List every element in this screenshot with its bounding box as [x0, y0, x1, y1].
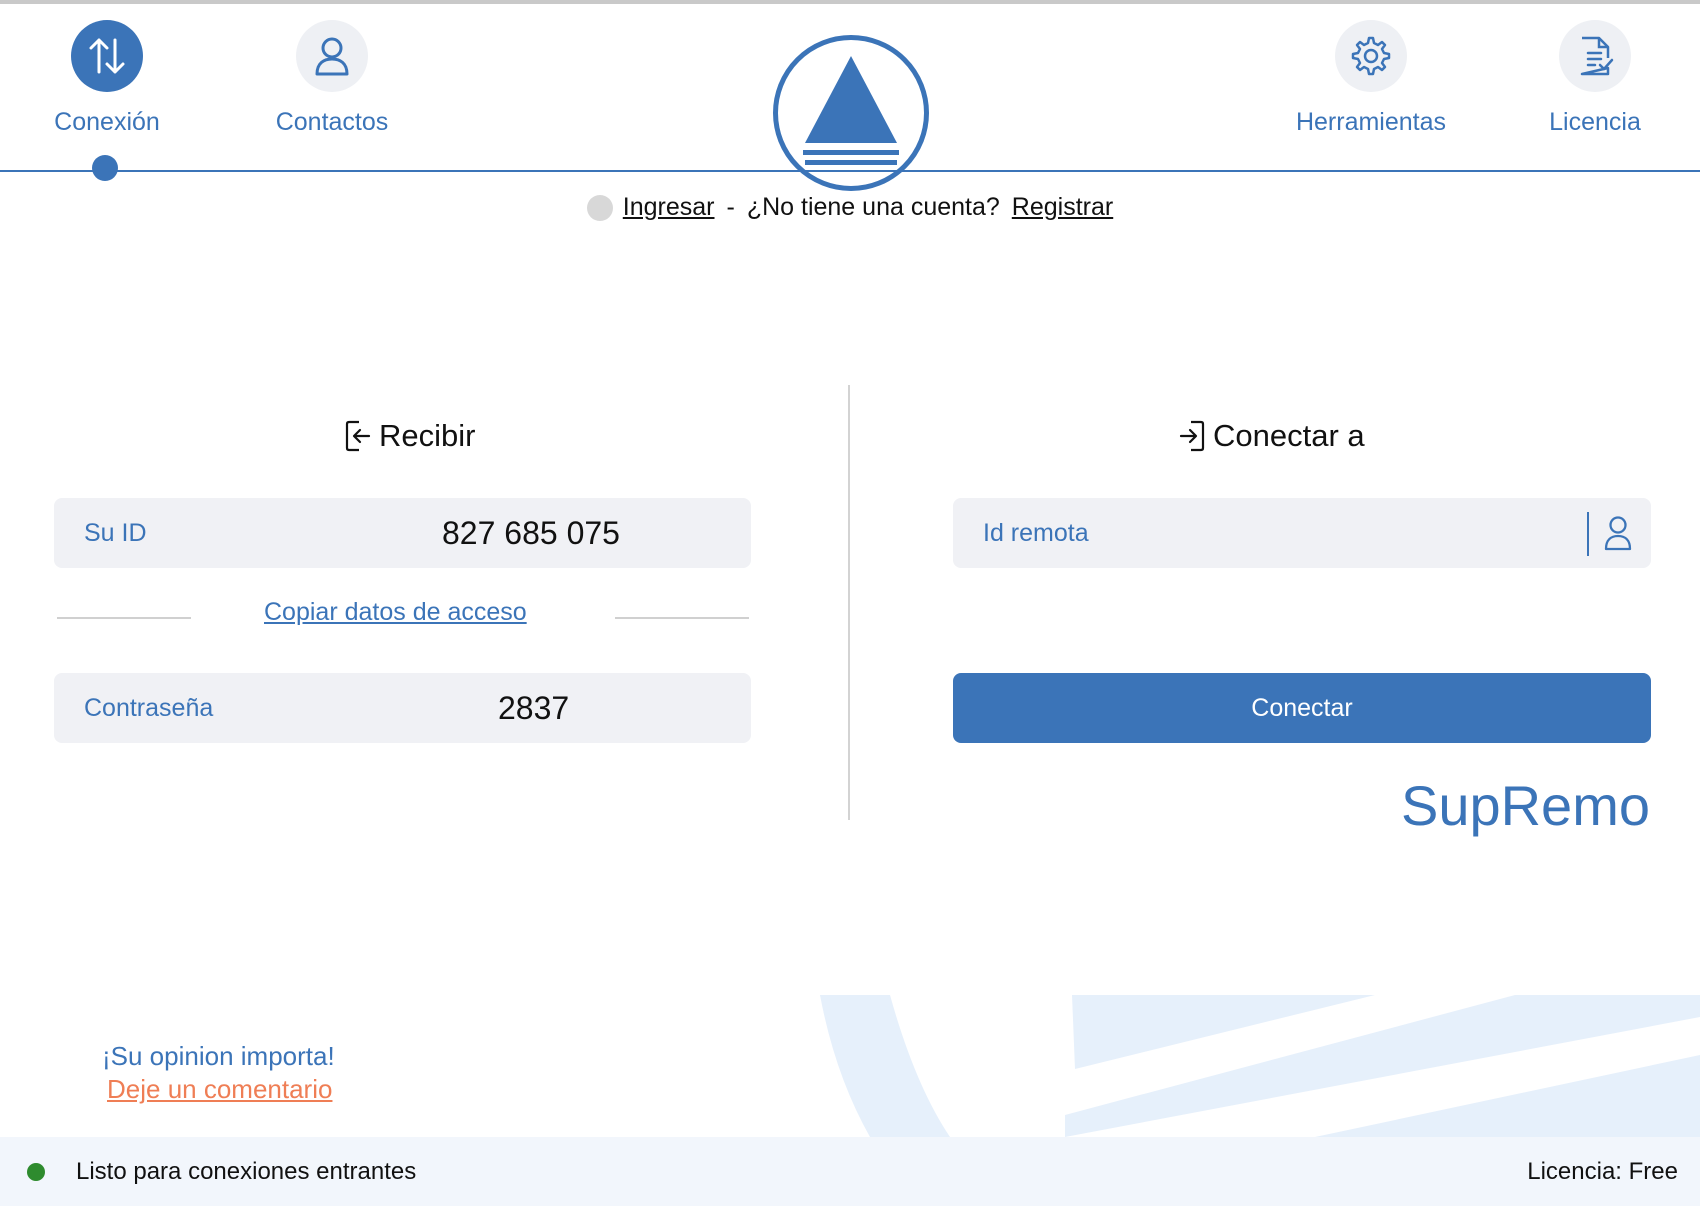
feedback-heading: ¡Su opinion importa!: [102, 1041, 335, 1071]
account-question: ¿No tiene una cuenta?: [746, 193, 1000, 221]
tab-herramientas[interactable]: Herramientas: [1271, 20, 1471, 137]
connect-title-text: Conectar a: [1213, 418, 1365, 453]
app-logo: [773, 35, 929, 191]
password-value: 2837: [498, 689, 570, 726]
gear-icon: [1351, 36, 1391, 76]
section-divider: [848, 385, 850, 820]
register-link[interactable]: Registrar: [1012, 193, 1113, 222]
brand-wordmark: SupRemo: [1400, 774, 1650, 837]
header-divider: [0, 170, 1700, 172]
account-status-dot: [586, 194, 613, 221]
receive-title-text: Recibir: [379, 418, 476, 453]
status-text: Listo para conexiones entrantes: [76, 1157, 417, 1185]
your-id-label: Su ID: [84, 518, 147, 547]
feedback-link[interactable]: Deje un comentario: [107, 1073, 332, 1106]
input-separator: [1587, 512, 1589, 556]
account-separator: -: [726, 193, 735, 221]
login-link[interactable]: Ingresar: [623, 193, 715, 222]
your-id-field[interactable]: Su ID 827 685 075: [54, 498, 751, 568]
feedback-block: ¡Su opinion importa! Deje un comentario: [102, 1040, 335, 1106]
receive-title: Recibir: [343, 418, 475, 454]
contact-picker-icon[interactable]: [1603, 514, 1633, 552]
account-bar: Ingresar - ¿No tiene una cuenta? Registr…: [0, 193, 1700, 222]
background-decoration: [820, 995, 1700, 1137]
nav-circle-conexion: [71, 20, 143, 92]
tab-label: Herramientas: [1295, 108, 1447, 136]
nav-circle-herramientas: [1335, 20, 1407, 92]
copy-access-link[interactable]: Copiar datos de acceso: [264, 598, 527, 627]
tab-label: Conexión: [54, 108, 160, 136]
sign-out-icon: [1179, 420, 1205, 452]
tab-label: Licencia: [1549, 108, 1641, 136]
tab-conexion[interactable]: Conexión: [7, 20, 207, 137]
tab-contactos[interactable]: Contactos: [232, 20, 432, 137]
license-status: Licencia: Free: [1527, 1157, 1678, 1185]
document-check-icon: [1580, 36, 1614, 76]
nav-circle-licencia: [1559, 20, 1631, 92]
window-top-border: [0, 0, 1700, 4]
sign-in-icon: [345, 420, 371, 452]
tab-licencia[interactable]: Licencia: [1495, 20, 1695, 137]
remote-id-box: [953, 498, 1651, 568]
password-label: Contraseña: [84, 693, 214, 722]
sail-logo-icon: [803, 56, 899, 165]
nav-circle-contactos: [296, 20, 368, 92]
password-field[interactable]: Contraseña 2837: [54, 673, 751, 743]
arrows-up-down-icon: [89, 38, 125, 74]
status-bar: Listo para conexiones entrantes Licencia…: [0, 1137, 1700, 1206]
copy-divider-left: [57, 617, 191, 619]
copy-divider-right: [615, 617, 749, 619]
connect-title: Conectar a: [1177, 418, 1365, 454]
remote-id-input[interactable]: [953, 498, 1573, 568]
user-icon: [315, 37, 349, 76]
connection-status-dot: [27, 1163, 45, 1181]
connect-button[interactable]: Conectar: [953, 673, 1651, 743]
tab-label: Contactos: [275, 108, 389, 136]
active-tab-indicator: [92, 155, 118, 181]
